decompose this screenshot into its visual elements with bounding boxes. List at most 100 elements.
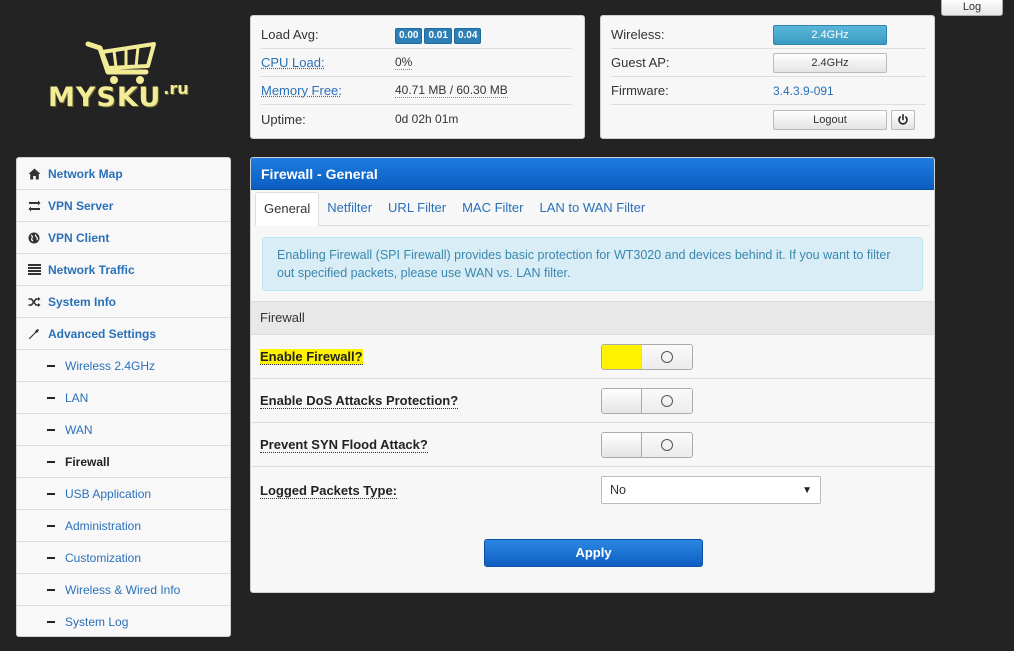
dash-icon bbox=[47, 460, 55, 463]
dash-icon bbox=[47, 492, 55, 495]
sidebar-subitem-administration[interactable]: Administration bbox=[17, 510, 230, 542]
sidebar-subitem-system-log[interactable]: System Log bbox=[17, 606, 230, 636]
sidebar-subitem-usb-application[interactable]: USB Application bbox=[17, 478, 230, 510]
info-alert: Enabling Firewall (SPI Firewall) provide… bbox=[262, 237, 923, 291]
sidebar-subitem-wireless-wired-info[interactable]: Wireless & Wired Info bbox=[17, 574, 230, 606]
guest-ap-button[interactable]: 2.4GHz bbox=[773, 52, 887, 73]
sidebar-item-advanced-settings[interactable]: Advanced Settings bbox=[17, 318, 230, 350]
logo-brand: MYSKU bbox=[48, 82, 162, 113]
load-badge-15: 0.04 bbox=[453, 27, 482, 44]
toggle-knob bbox=[602, 344, 642, 369]
cpu-load-link[interactable]: CPU Load: bbox=[261, 55, 395, 70]
sidebar-item-label: System Info bbox=[48, 294, 117, 309]
toggle-off-side bbox=[642, 344, 692, 369]
status-row-load: Load Avg: 0.00 0.01 0.04 bbox=[261, 21, 572, 49]
sidebar-subitem-label: Firewall bbox=[65, 454, 110, 469]
sidebar-subitem-label: Administration bbox=[65, 518, 142, 533]
logged-packets-value: No bbox=[610, 483, 626, 497]
dash-icon bbox=[47, 621, 55, 623]
dash-icon bbox=[47, 588, 55, 591]
dos-protection-label-text: Enable DoS Attacks Protection? bbox=[260, 393, 459, 409]
logo: MYSKU .ru bbox=[48, 38, 218, 118]
sidebar-item-network-map[interactable]: Network Map bbox=[17, 158, 230, 190]
load-avg-label: Load Avg: bbox=[261, 27, 319, 42]
syn-flood-label-text: Prevent SYN Flood Attack? bbox=[260, 437, 428, 453]
power-icon bbox=[898, 114, 908, 125]
firmware-row: Firmware: 3.4.3.9-091 bbox=[611, 77, 926, 105]
logout-row: Logout bbox=[611, 105, 926, 135]
wrench-icon bbox=[27, 327, 41, 341]
guest-ap-label: Guest AP: bbox=[611, 55, 670, 70]
dash-icon bbox=[47, 428, 55, 431]
guest-row: Guest AP: 2.4GHz bbox=[611, 49, 926, 77]
sidebar-item-vpn-client[interactable]: VPN Client bbox=[17, 222, 230, 254]
off-circle-icon bbox=[661, 394, 673, 407]
log-button[interactable]: Log bbox=[941, 0, 1003, 16]
off-circle-icon bbox=[661, 438, 673, 451]
dash-icon bbox=[47, 364, 55, 367]
shuffle-icon bbox=[27, 295, 41, 309]
sidebar-subitem-label: WAN bbox=[65, 422, 93, 437]
sidebar-subitem-customization[interactable]: Customization bbox=[17, 542, 230, 574]
sidebar: Network Map VPN Server VPN Client Networ… bbox=[16, 157, 231, 637]
sidebar-subitem-label: Wireless 2.4GHz bbox=[65, 358, 156, 373]
dos-protection-toggle[interactable] bbox=[601, 387, 693, 414]
sidebar-item-network-traffic[interactable]: Network Traffic bbox=[17, 254, 230, 286]
tab-bar: General Netfilter URL Filter MAC Filter … bbox=[255, 192, 930, 226]
sidebar-item-label: Network Map bbox=[48, 166, 123, 181]
sidebar-item-label: VPN Client bbox=[48, 230, 110, 245]
page-title: Firewall - General bbox=[251, 158, 934, 190]
status-row-cpu: CPU Load: 0% bbox=[261, 49, 572, 77]
tab-url-filter[interactable]: URL Filter bbox=[380, 192, 454, 225]
firmware-label: Firmware: bbox=[611, 83, 669, 98]
section-header-firewall: Firewall bbox=[251, 301, 934, 335]
sidebar-subitem-wan[interactable]: WAN bbox=[17, 414, 230, 446]
globe-icon bbox=[27, 231, 41, 245]
syn-flood-toggle[interactable] bbox=[601, 431, 693, 458]
sidebar-subitem-label: Wireless & Wired Info bbox=[65, 582, 181, 597]
home-icon bbox=[27, 167, 41, 181]
off-circle-icon bbox=[661, 350, 673, 363]
memory-free-link[interactable]: Memory Free: bbox=[261, 83, 395, 98]
sidebar-subitem-lan[interactable]: LAN bbox=[17, 382, 230, 414]
logged-packets-select[interactable]: No ▼ bbox=[601, 476, 821, 504]
system-panel: Wireless: 2.4GHz Guest AP: 2.4GHz Firmwa… bbox=[600, 15, 935, 139]
load-avg-badges: 0.00 0.01 0.04 bbox=[395, 26, 483, 44]
tab-mac-filter[interactable]: MAC Filter bbox=[454, 192, 531, 225]
status-panel: Load Avg: 0.00 0.01 0.04 CPU Load: 0% Memo… bbox=[250, 15, 585, 139]
sidebar-subitem-label: LAN bbox=[65, 390, 89, 405]
toggle-off-side bbox=[642, 432, 692, 457]
dos-protection-label: Enable DoS Attacks Protection? bbox=[260, 393, 601, 409]
dash-icon bbox=[47, 396, 55, 399]
apply-button[interactable]: Apply bbox=[484, 539, 703, 567]
toggle-knob bbox=[602, 388, 642, 413]
tab-netfilter[interactable]: Netfilter bbox=[319, 192, 380, 225]
wireless-label: Wireless: bbox=[611, 27, 665, 42]
logout-button[interactable]: Logout bbox=[773, 110, 887, 130]
logged-packets-label-text: Logged Packets Type: bbox=[260, 482, 398, 499]
sidebar-item-vpn-server[interactable]: VPN Server bbox=[17, 190, 230, 222]
sidebar-subitem-label: Customization bbox=[65, 550, 142, 565]
cpu-load-value: 0% bbox=[395, 55, 413, 70]
firmware-link[interactable]: 3.4.3.9-091 bbox=[773, 84, 834, 98]
sidebar-subitem-label: System Log bbox=[65, 615, 129, 629]
sidebar-subitem-label: USB Application bbox=[65, 486, 152, 501]
sidebar-subitem-wireless[interactable]: Wireless 2.4GHz bbox=[17, 350, 230, 382]
wireless-2g-button[interactable]: 2.4GHz bbox=[773, 24, 887, 45]
syn-flood-label: Prevent SYN Flood Attack? bbox=[260, 437, 601, 453]
enable-firewall-label: Enable Firewall? bbox=[260, 349, 601, 365]
sidebar-item-system-info[interactable]: System Info bbox=[17, 286, 230, 318]
sidebar-item-label: Network Traffic bbox=[48, 262, 135, 277]
enable-firewall-toggle[interactable] bbox=[601, 343, 693, 370]
wireless-row: Wireless: 2.4GHz bbox=[611, 21, 926, 49]
power-button[interactable] bbox=[891, 110, 915, 130]
sidebar-subitem-firewall[interactable]: Firewall bbox=[17, 446, 230, 478]
logo-suffix: .ru bbox=[163, 79, 189, 98]
tab-general[interactable]: General bbox=[255, 192, 320, 226]
toggle-knob bbox=[602, 432, 642, 457]
logged-packets-label: Logged Packets Type: bbox=[260, 482, 601, 499]
row-dos-protection: Enable DoS Attacks Protection? bbox=[251, 379, 934, 423]
main-panel: Firewall - General General Netfilter URL… bbox=[250, 157, 935, 593]
caret-down-icon: ▼ bbox=[802, 484, 812, 496]
tab-lan-to-wan-filter[interactable]: LAN to WAN Filter bbox=[531, 192, 653, 225]
